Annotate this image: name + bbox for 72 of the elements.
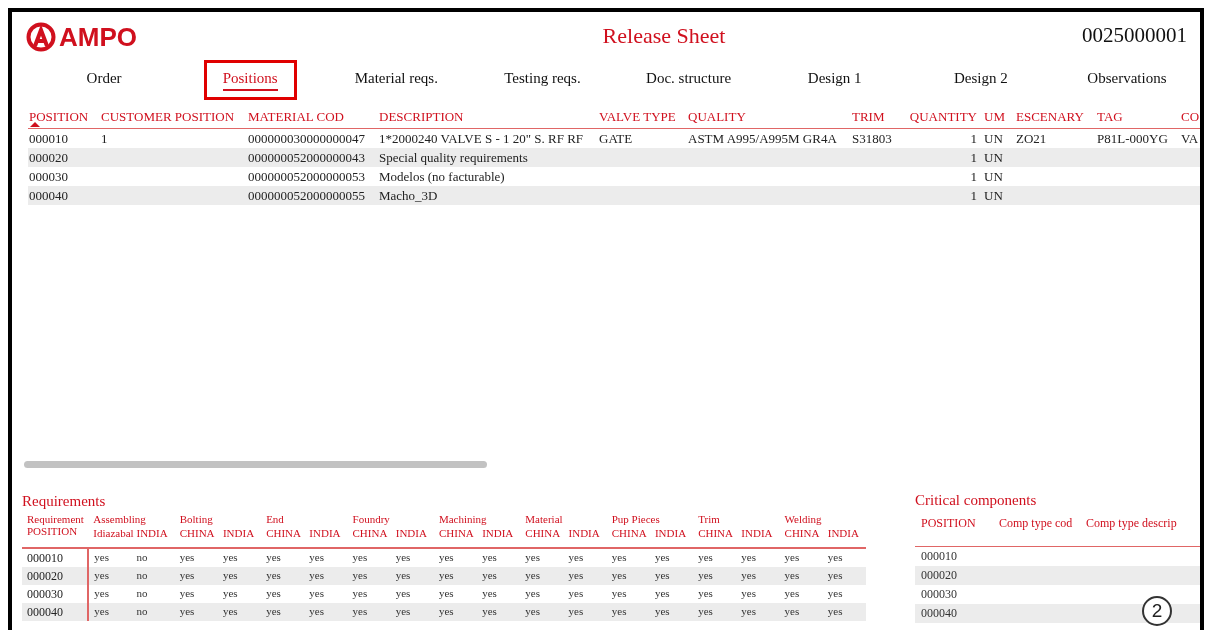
group-header: Foundry xyxy=(352,513,390,525)
table-cell: ZO21 xyxy=(1015,128,1096,148)
column-header: CHINA xyxy=(525,527,561,539)
column-header: ESCENARY xyxy=(1016,110,1084,124)
table-cell: 000000030000000047 xyxy=(247,128,378,148)
table-cell: 1 xyxy=(100,128,247,148)
column-header: INDIA xyxy=(395,527,427,539)
group-header: End xyxy=(266,513,284,525)
column-header: CHINA xyxy=(438,527,474,539)
table-cell: VA xyxy=(1180,128,1200,148)
column-header: TRIM xyxy=(852,110,885,124)
column-header: POSITION xyxy=(921,516,976,531)
column-header: CHINA xyxy=(784,527,820,539)
section-title: Requirements xyxy=(22,492,107,510)
column-header: INDIA xyxy=(827,527,859,539)
tab[interactable]: Testing reqs. xyxy=(488,60,597,99)
tab[interactable]: Material reqs. xyxy=(338,60,454,99)
logo-icon xyxy=(26,22,56,52)
group-header: Trim xyxy=(698,513,720,525)
column-header: Comp type descrip xyxy=(1086,516,1177,531)
column-header: INDIA xyxy=(568,527,600,539)
column-header: Comp type cod xyxy=(999,516,1073,531)
group-header: Pup Pieces xyxy=(611,513,660,525)
group-header: Welding xyxy=(784,513,822,525)
column-header: CHINA xyxy=(611,527,647,539)
column-header: CHINA xyxy=(698,527,733,539)
group-header: Machining xyxy=(438,513,487,525)
table-cell: UN xyxy=(983,128,1015,148)
column-header: CUSTOMER POSITION xyxy=(101,110,235,124)
column-header: VALVE TYPE xyxy=(599,110,676,124)
column-header: CHINA xyxy=(179,527,215,539)
tab[interactable]: Design 1 xyxy=(791,60,878,99)
document-number: 0025000001 xyxy=(1082,22,1187,46)
table-cell: GATE xyxy=(598,128,687,148)
group-header: Assembling xyxy=(93,513,146,525)
table-cell: 1 xyxy=(903,128,983,148)
tab[interactable]: Observations xyxy=(1071,60,1183,99)
column-header: QUANTITY xyxy=(909,110,977,124)
column-header: INDIA xyxy=(136,527,168,539)
table-cell: 000010 xyxy=(28,128,100,148)
page-title: Release Sheet xyxy=(602,25,726,47)
column-header: CO xyxy=(1181,110,1200,124)
column-header: UM xyxy=(984,110,1005,124)
tab[interactable]: Positions xyxy=(203,60,297,100)
table-cell: 1*2000240 VALVE S - 1 20" S. RF RF xyxy=(378,128,598,148)
section-title: Critical components xyxy=(915,491,1038,509)
column-header: INDIA xyxy=(309,527,341,539)
table-cell: ASTM A995/A995M GR4A xyxy=(687,128,851,148)
horizontal-scrollbar[interactable] xyxy=(24,461,487,468)
column-header: INDIA xyxy=(222,527,255,539)
table-cell: 000010 xyxy=(915,546,993,566)
group-header: Material xyxy=(525,513,563,525)
table-cell: S31803 xyxy=(851,128,903,148)
column-header: INDIA xyxy=(482,527,514,539)
column-header: CHINA xyxy=(266,527,301,539)
column-header: INDIA xyxy=(741,527,773,539)
column-header: QUALITY xyxy=(688,110,746,124)
column-header: Idiazabal xyxy=(93,527,134,539)
column-header: INDIA xyxy=(654,527,687,539)
column-header: Requirement POSITION xyxy=(27,512,85,537)
tab[interactable]: Design 2 xyxy=(937,60,1024,99)
tab[interactable]: Doc. structure xyxy=(630,60,748,99)
logo-text: AMPO xyxy=(59,24,137,50)
column-header: MATERIAL COD xyxy=(248,110,344,124)
tab[interactable]: Order xyxy=(70,60,138,99)
column-header: DESCRIPTION xyxy=(379,110,464,124)
column-header: TAG xyxy=(1097,110,1123,124)
column-header: POSITION xyxy=(29,110,89,124)
table-cell: P81L-000YG xyxy=(1096,128,1180,148)
column-header: CHINA xyxy=(352,527,388,539)
group-header: Bolting xyxy=(179,513,213,525)
table-cell: 000010 xyxy=(22,547,89,567)
